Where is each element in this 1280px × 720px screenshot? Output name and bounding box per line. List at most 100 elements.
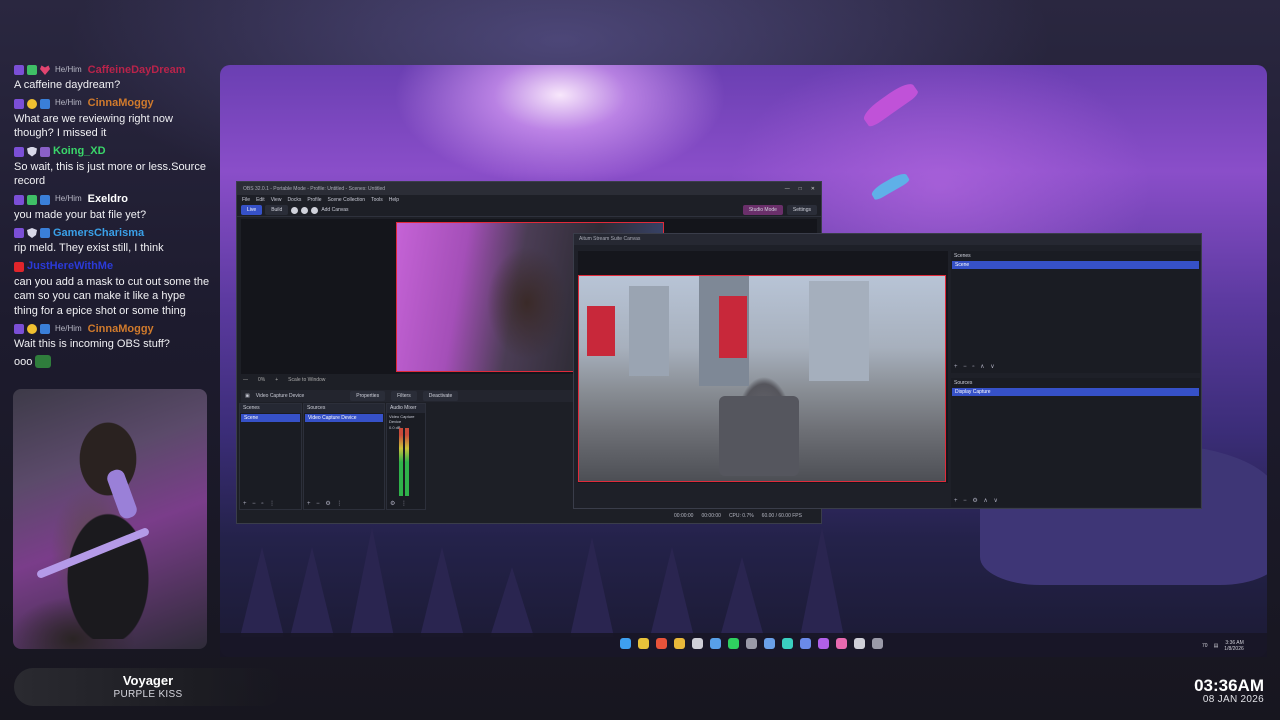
tab-build[interactable]: Build xyxy=(265,205,289,215)
canvas-scenes-controls[interactable]: + − ▫ ∧ ∨ xyxy=(954,363,997,370)
refresh-icon[interactable] xyxy=(311,206,319,214)
mixer-controls[interactable]: ⚙ ⋮ xyxy=(390,500,409,507)
heart-badge-icon xyxy=(40,65,50,75)
taskbar-app-icon[interactable] xyxy=(836,638,847,649)
sub-badge-icon xyxy=(40,324,50,334)
menu-profile[interactable]: Profile xyxy=(307,197,321,203)
heart-icon[interactable] xyxy=(301,206,309,214)
scene-item[interactable]: Scene xyxy=(241,414,300,422)
chat-username[interactable]: Koing_XD xyxy=(53,144,106,159)
taskbar-folder-icon[interactable] xyxy=(674,638,685,649)
zoom-controls: — 0% + Scale to Window xyxy=(243,377,325,383)
obs-titlebar[interactable]: OBS 32.0.1 - Portable Mode - Profile: Un… xyxy=(237,182,821,195)
add-canvas-button[interactable]: Add Canvas xyxy=(321,207,348,213)
menu-tools[interactable]: Tools xyxy=(371,197,383,203)
canvas-scenes-title: Scenes xyxy=(954,253,971,259)
chat-message-text: So wait, this is just more or less.Sourc… xyxy=(14,160,206,188)
filters-button[interactable]: Filters xyxy=(391,391,417,401)
zoom-out-icon[interactable]: — xyxy=(243,377,248,383)
chat-message-header: He/Him CinnaMoggy xyxy=(14,321,212,337)
taskbar-spotify-icon[interactable] xyxy=(728,638,739,649)
chat-username[interactable]: CinnaMoggy xyxy=(88,322,154,337)
song-title: Voyager xyxy=(122,673,174,688)
minimize-icon[interactable]: — xyxy=(785,186,790,192)
selected-source-name: Video Capture Device xyxy=(255,393,305,399)
wifi-icon[interactable]: ▤ xyxy=(1214,643,1219,649)
taskbar-app-icon[interactable] xyxy=(746,638,757,649)
taskbar-app-icon[interactable] xyxy=(818,638,829,649)
scenes-dock-title: Scenes xyxy=(240,404,301,413)
chat-message-text: A caffeine daydream? xyxy=(14,79,121,91)
shield-badge-icon xyxy=(27,146,37,157)
maximize-icon[interactable]: □ xyxy=(799,186,802,192)
taskbar-app-icon[interactable] xyxy=(710,638,721,649)
pine-tree xyxy=(240,547,284,637)
tab-live[interactable]: Live xyxy=(241,205,263,215)
scenes-dock-controls[interactable]: + − ▫ ⋮ xyxy=(243,500,277,507)
obs-menubar: File Edit View Docks Profile Scene Colle… xyxy=(237,195,821,204)
canvas-sources-controls[interactable]: + − ⚙ ∧ ∨ xyxy=(954,497,1000,504)
zoom-in-icon[interactable]: + xyxy=(275,377,278,383)
taskbar-app-icon[interactable] xyxy=(764,638,775,649)
canvas-source-item[interactable]: Display Capture xyxy=(952,388,1199,396)
twitch-badge-icon xyxy=(14,324,24,334)
chat-message-text: rip meld. They exist still, I think xyxy=(14,242,164,254)
scale-select[interactable]: Scale to Window xyxy=(288,377,325,383)
clock-date: 08 JAN 2026 xyxy=(1202,694,1264,705)
menu-docks[interactable]: Docks xyxy=(287,197,301,203)
audio-mixer-title: Audio Mixer xyxy=(387,404,425,413)
canvas-window[interactable]: Aitum Stream Suite Canvas Scenes Scene +… xyxy=(573,233,1202,509)
pronouns-badge: He/Him xyxy=(55,323,82,333)
gear-icon[interactable] xyxy=(291,206,299,214)
fps-readout: 60.00 / 60.00 FPS xyxy=(761,513,802,519)
game-display-capture[interactable] xyxy=(578,275,946,482)
volume-meter xyxy=(405,428,409,496)
menu-help[interactable]: Help xyxy=(389,197,399,203)
taskbar-app-icon[interactable] xyxy=(800,638,811,649)
taskbar-chrome-icon[interactable] xyxy=(656,638,667,649)
flying-figure xyxy=(860,79,920,129)
close-icon[interactable]: ✕ xyxy=(811,186,815,192)
taskbar-chrome-icon[interactable] xyxy=(638,638,649,649)
canvas-scene-item[interactable]: Scene xyxy=(952,261,1199,269)
menu-edit[interactable]: Edit xyxy=(256,197,265,203)
sources-dock-controls[interactable]: + − ⚙ ⋮ xyxy=(307,500,344,507)
chat-message: JustHereWithMe can you add a mask to cut … xyxy=(14,259,212,319)
sub-badge-icon xyxy=(40,98,50,109)
chat-username[interactable]: JustHereWithMe xyxy=(27,259,113,274)
canvas-scenes-dock: Scenes Scene + − ▫ ∧ ∨ xyxy=(951,251,1200,373)
settings-button[interactable]: Settings xyxy=(786,205,817,215)
chat-message: He/Him CinnaMoggy Wait this is incoming OB… xyxy=(14,321,212,352)
canvas-preview[interactable] xyxy=(578,251,948,483)
building xyxy=(809,281,869,381)
studio-mode-button[interactable]: Studio Mode xyxy=(742,205,783,215)
chat-username[interactable]: Exeldro xyxy=(88,192,128,207)
game-badge-icon xyxy=(40,146,50,157)
obs-statusbar: 00:00:00 00:00:00 CPU: 0.7% 60.00 / 60.0… xyxy=(674,513,802,519)
pine-tree xyxy=(420,547,464,637)
mixer-channel-name: Video Capture Device xyxy=(389,414,415,424)
webcam-feed xyxy=(13,389,207,649)
chat-panel: He/Him CaffeineDayDream A caffeine daydrea… xyxy=(0,62,218,384)
clock-time: 03:36AM xyxy=(1194,676,1264,695)
chat-message-header: Koing_XD xyxy=(14,144,212,160)
tray-clock[interactable]: 3:36 AM 1/8/2026 xyxy=(1224,640,1243,652)
properties-button[interactable]: Properties xyxy=(350,391,386,401)
taskbar-obs-icon[interactable] xyxy=(692,638,703,649)
taskbar-windows-icon[interactable] xyxy=(620,638,631,649)
pronouns-badge: He/Him xyxy=(55,194,82,204)
chat-username[interactable]: CaffeineDayDream xyxy=(88,63,186,78)
taskbar-obs-icon[interactable] xyxy=(854,638,865,649)
source-item[interactable]: Video Capture Device xyxy=(305,414,383,422)
chat-username[interactable]: CinnaMoggy xyxy=(88,96,154,111)
chat-message: GamersCharisma rip meld. They exist still… xyxy=(14,225,212,256)
deactivate-button[interactable]: Deactivate xyxy=(422,391,459,401)
menu-scene-collection[interactable]: Scene Collection xyxy=(328,197,366,203)
chat-username[interactable]: GamersCharisma xyxy=(53,226,144,241)
fire-badge-icon xyxy=(27,98,37,109)
menu-view[interactable]: View xyxy=(271,197,282,203)
taskbar-app-icon[interactable] xyxy=(782,638,793,649)
sub-badge-icon xyxy=(40,228,50,238)
menu-file[interactable]: File xyxy=(242,197,250,203)
taskbar-app-icon[interactable] xyxy=(872,638,883,649)
